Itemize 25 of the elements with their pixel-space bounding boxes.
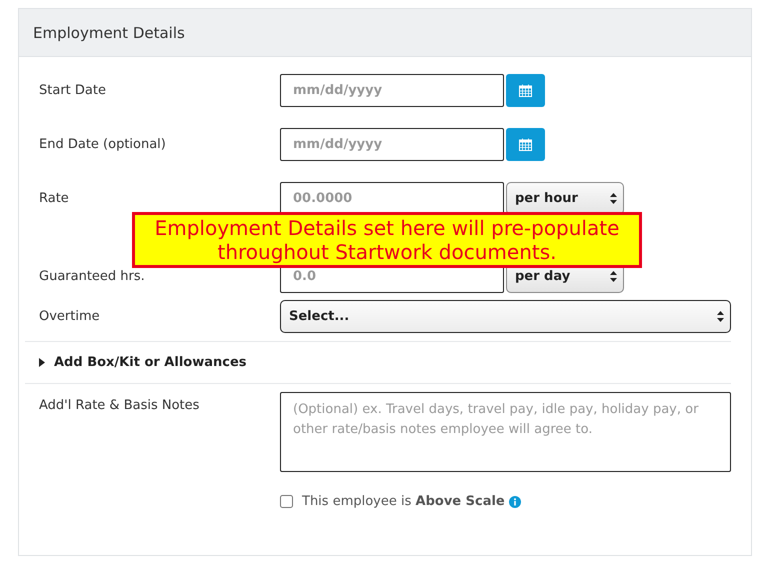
field-label: Add'l Rate & Basis Notes (38, 397, 200, 413)
calendar-icon (519, 84, 532, 97)
updown-icon (610, 271, 617, 282)
number-field[interactable]: 00.0000 (280, 182, 504, 215)
overtime-select[interactable]: Select... (280, 300, 731, 333)
field-label: Guaranteed hrs. (38, 269, 146, 284)
callout-tooltip: Employment Details set here will pre-populate throughout Startwork documents. (132, 212, 642, 268)
date-field[interactable]: mm/dd/yyyy (280, 74, 504, 107)
field-label: Rate (38, 191, 70, 206)
date-field[interactable]: mm/dd/yyyy (280, 128, 504, 161)
info-icon[interactable] (508, 496, 521, 508)
calendar-button[interactable] (506, 128, 545, 161)
notes-field[interactable]: (Optional) ex. Travel days, travel pay, idle pay, holiday pay, or other rate/basis notes employee will agree to. (280, 392, 731, 472)
above-scale-label: This employee is Above Scale (302, 494, 505, 509)
field-label: Start Date (38, 83, 107, 98)
unit-select[interactable]: per hour (506, 182, 624, 215)
above-scale-checkbox[interactable] (280, 495, 293, 508)
updown-icon (717, 311, 724, 322)
allowances-toggle[interactable]: Add Box/Kit or Allowances (19, 342, 247, 383)
panel-title: Employment Details (19, 9, 751, 57)
updown-icon (610, 193, 617, 204)
calendar-icon (519, 138, 532, 151)
calendar-button[interactable] (506, 74, 545, 107)
field-label: Overtime (38, 309, 101, 324)
field-label: End Date (optional) (38, 137, 167, 152)
